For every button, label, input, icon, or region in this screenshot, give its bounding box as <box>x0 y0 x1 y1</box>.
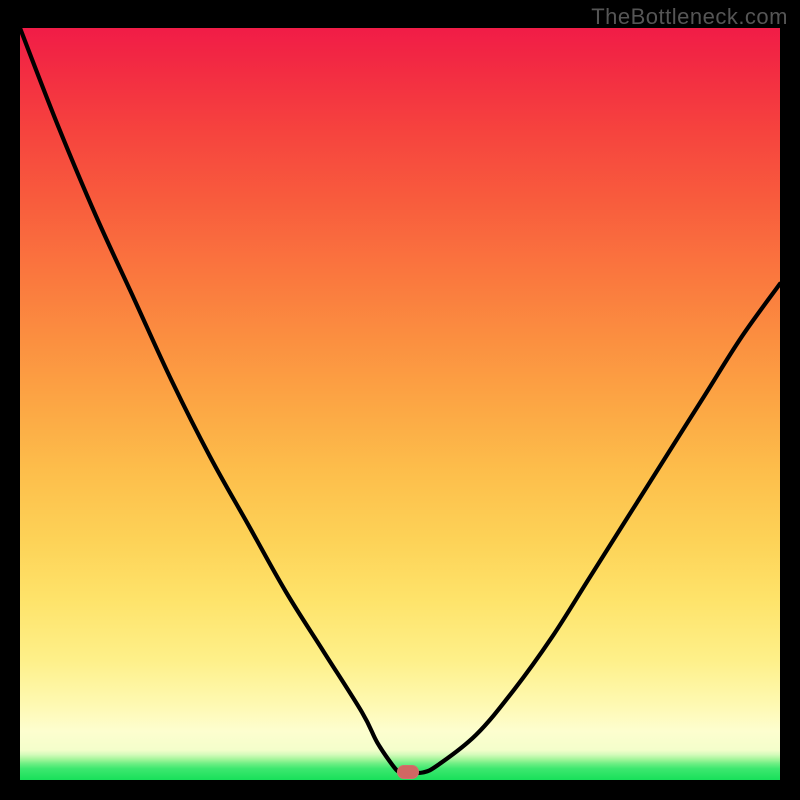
watermark-text: TheBottleneck.com <box>591 4 788 30</box>
selected-point-marker <box>397 765 419 779</box>
chart-frame: TheBottleneck.com <box>0 0 800 800</box>
plot-area <box>20 28 780 780</box>
bottleneck-curve <box>20 28 780 780</box>
